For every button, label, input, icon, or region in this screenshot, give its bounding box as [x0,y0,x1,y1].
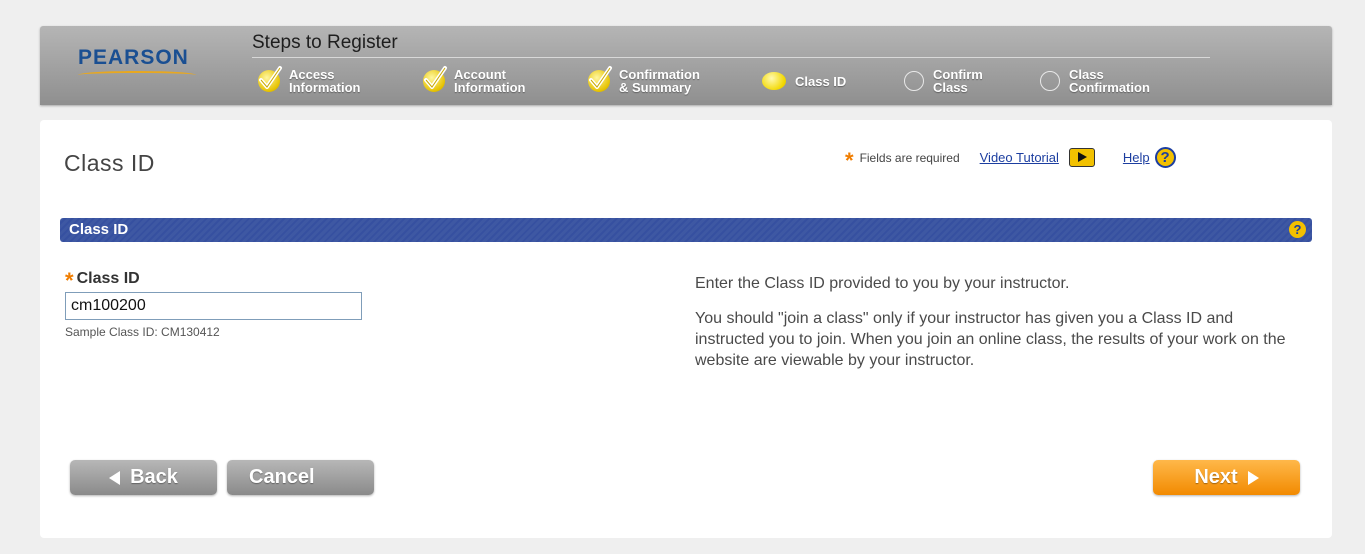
sample-class-id-hint: Sample Class ID: CM130412 [65,325,220,339]
step-class-id: Class ID [762,64,846,98]
step-confirm-class: Confirm Class [904,64,983,98]
section-help-icon[interactable]: ? [1289,221,1306,238]
logo-swoosh [78,71,196,79]
video-play-icon[interactable] [1068,148,1095,167]
page-toolbar: * Fields are required Video Tutorial Hel… [845,147,1176,173]
instructions-paragraph-2: You should "join a class" only if your i… [695,310,1286,369]
step-account-information: Account Information [423,64,526,98]
step-access-information: Access Information [258,64,361,98]
required-star-icon: * [845,147,854,173]
back-button[interactable]: Back [70,460,217,495]
class-id-instructions: Enter the Class ID provided to you by yo… [695,273,1305,385]
step-label: Class ID [795,73,847,89]
required-star-icon: * [65,268,74,293]
step-pending-icon [904,71,924,91]
main-panel: Class ID * Fields are required Video Tut… [40,120,1332,538]
step-label: Access Information [289,67,361,95]
required-note: Fields are required [859,150,960,165]
next-button-label: Next [1194,466,1238,488]
pearson-logo: PEARSON [78,46,189,69]
step-label: Class Confirmation [1069,67,1150,95]
arrow-left-icon [109,470,121,485]
instructions-paragraph-1: Enter the Class ID provided to you by yo… [695,275,1070,292]
class-id-label: * Class ID [65,268,140,293]
arrow-right-icon [1247,470,1259,485]
step-class-confirmation: Class Confirmation [1040,64,1150,98]
cancel-button-label: Cancel [249,466,315,488]
help-link[interactable]: Help [1123,150,1150,165]
step-label: Confirm Class [933,67,983,95]
step-check-icon [588,66,612,92]
page-title: Class ID [64,150,155,176]
step-pending-icon [1040,71,1060,91]
step-current-icon [762,72,786,90]
registration-header: PEARSON Steps to Register Access Informa… [40,26,1332,105]
class-id-label-text: Class ID [76,270,140,287]
step-check-icon [423,66,447,92]
help-icon[interactable]: ? [1154,147,1176,168]
steps-title: Steps to Register [252,32,398,53]
steps-divider [252,57,1210,58]
step-confirmation-summary: Confirmation & Summary [588,64,700,98]
video-tutorial-link[interactable]: Video Tutorial [980,150,1059,165]
section-title: Class ID [69,221,129,238]
class-id-input[interactable] [65,292,362,320]
next-button[interactable]: Next [1153,460,1300,495]
step-label: Confirmation & Summary [619,67,700,95]
step-check-icon [258,66,282,92]
step-label: Account Information [454,67,526,95]
section-header: Class ID ? [60,218,1312,242]
back-button-label: Back [130,466,178,488]
cancel-button[interactable]: Cancel [227,460,374,495]
